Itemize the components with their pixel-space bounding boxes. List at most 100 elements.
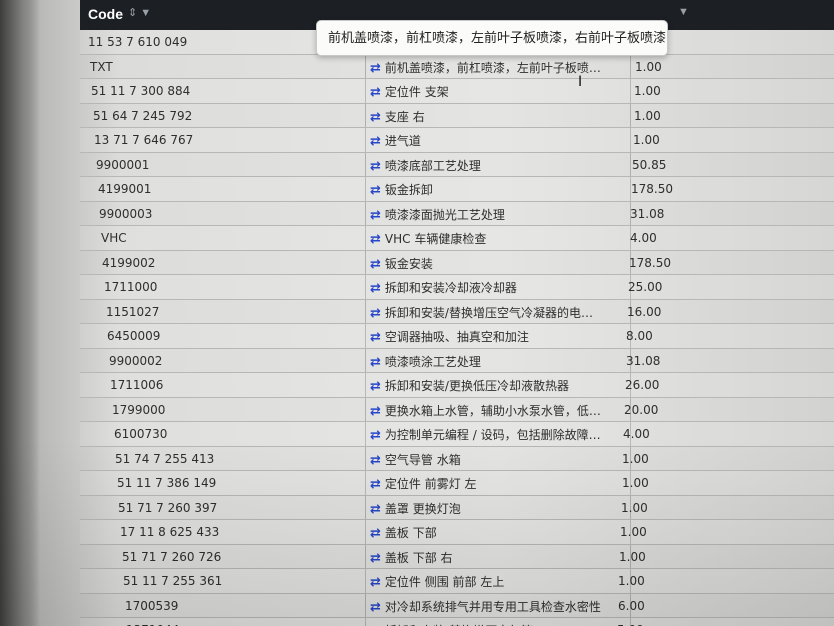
cell-description: ⇄ 空调器抽吸、抽真空和加注	[370, 328, 620, 345]
swap-icon[interactable]: ⇄	[370, 232, 381, 247]
swap-icon[interactable]: ⇄	[370, 502, 381, 517]
cell-quantity: 31.08	[626, 353, 661, 368]
description-text: 钣金拆卸	[384, 183, 433, 197]
swap-icon[interactable]: ⇄	[370, 257, 381, 272]
cell-description: ⇄ 空气导管 水箱	[370, 451, 620, 468]
cell-quantity: 178.50	[631, 182, 673, 196]
table-row[interactable]: 1700539 ⇄ 对冷却系统排气并用专用工具检查水密性 6.00	[80, 594, 834, 618]
cell-description: ⇄ 盖罩 更换灯泡	[370, 500, 620, 517]
swap-icon[interactable]: ⇄	[370, 85, 381, 100]
table-row[interactable]: 1371044⇄拆卸和安装/替换增压空气管5.00	[80, 618, 834, 626]
cell-description: ⇄ 盖板 下部	[370, 524, 620, 541]
cell-code: 4199002	[102, 255, 156, 270]
description-tooltip: 前机盖喷漆，前杠喷漆，左前叶子板喷漆，右前叶子板喷漆	[316, 20, 668, 56]
cell-code: 9900003	[99, 206, 153, 221]
swap-icon[interactable]: ⇄	[370, 183, 381, 198]
swap-icon[interactable]: ⇄	[370, 306, 381, 321]
swap-icon[interactable]: ⇄	[370, 575, 381, 590]
table-row[interactable]: 9900002 ⇄ 喷漆喷涂工艺处理 31.08	[80, 349, 834, 373]
monitor-bezel	[0, 0, 40, 626]
cell-code: 4199001	[98, 182, 152, 196]
table-row[interactable]: 13 71 7 646 767 ⇄ 进气道 1.00	[80, 128, 834, 153]
swap-icon[interactable]: ⇄	[370, 526, 381, 541]
cell-description: ⇄ VHC 车辆健康检查	[370, 230, 620, 247]
cell-code: 13 71 7 646 767	[94, 133, 194, 147]
items-table: 11 53 7 610 049 TXT ⇄ 前机盖喷漆，前杠喷漆，左前叶子板喷… 1.0…	[80, 30, 834, 626]
swap-icon[interactable]: ⇄	[370, 208, 381, 223]
table-row[interactable]: 4199001 ⇄ 钣金拆卸 178.50	[80, 177, 834, 202]
table-row[interactable]: 51 11 7 255 361 ⇄ 定位件 侧围 前部 左上 1.00	[80, 569, 834, 594]
swap-icon[interactable]: ⇄	[370, 477, 381, 492]
table-row[interactable]: 6450009 ⇄ 空调器抽吸、抽真空和加注 8.00	[80, 324, 834, 349]
cell-code: 1711006	[110, 378, 164, 392]
swap-icon[interactable]: ⇄	[370, 600, 381, 615]
monitor-screen: Code ⇕ ▼ ▼ 11 53 7 610 049 TXT ⇄ 前机盖喷漆，前杠喷漆…	[0, 0, 834, 626]
cell-description: ⇄ 进气道	[370, 132, 620, 149]
table-row[interactable]: 1711006 ⇄ 拆卸和安装/更换低压冷却液散热器 26.00	[80, 373, 834, 398]
cell-quantity: 1.00	[621, 500, 648, 515]
cell-quantity: 1.00	[618, 574, 645, 588]
description-text: 拆卸和安装/替换增压空气冷凝器的电…	[384, 305, 593, 320]
description-text: 钣金安装	[384, 256, 433, 271]
table-row[interactable]: 9900001 ⇄ 喷漆底部工艺处理 50.85	[80, 153, 834, 177]
table-row[interactable]: 51 64 7 245 792 ⇄ 支座 右 1.00	[80, 104, 834, 128]
table-row[interactable]: 1799000 ⇄ 更换水箱上水管，辅助小水泵水管，低… 20.00	[80, 398, 834, 422]
description-text: 对冷却系统排气并用专用工具检查水密性	[384, 599, 601, 614]
table-row[interactable]: 1711000 ⇄ 拆卸和安装冷却液冷却器 25.00	[80, 275, 834, 300]
table-row[interactable]: 51 11 7 386 149 ⇄ 定位件 前雾灯 左 1.00	[80, 471, 834, 496]
cell-quantity: 1.00	[633, 133, 660, 147]
table-row[interactable]: 9900003 ⇄ 喷漆漆面抛光工艺处理 31.08	[80, 202, 834, 226]
swap-icon[interactable]: ⇄	[370, 159, 381, 174]
table-row[interactable]: 51 71 7 260 397 ⇄ 盖罩 更换灯泡 1.00	[80, 496, 834, 520]
description-text: 盖板 下部 右	[384, 550, 453, 565]
cell-quantity: 1.00	[622, 476, 649, 490]
swap-icon[interactable]: ⇄	[370, 281, 381, 296]
cell-quantity: 1.00	[634, 108, 661, 123]
swap-icon[interactable]: ⇄	[370, 428, 381, 443]
cell-quantity: 4.00	[630, 231, 657, 245]
swap-icon[interactable]: ⇄	[370, 404, 381, 419]
cell-description: ⇄ 定位件 侧围 前部 左上	[370, 573, 620, 590]
swap-icon[interactable]: ⇄	[370, 134, 381, 149]
cell-description: ⇄ 喷漆喷涂工艺处理	[370, 353, 620, 370]
description-text: 支座 右	[384, 109, 425, 124]
swap-icon[interactable]: ⇄	[370, 355, 381, 370]
cell-description: ⇄ 更换水箱上水管，辅助小水泵水管，低…	[370, 402, 620, 419]
table-row[interactable]: 51 71 7 260 726 ⇄ 盖板 下部 右 1.00	[80, 545, 834, 569]
description-text: 为控制单元编程 / 设码，包括删除故障…	[384, 428, 601, 442]
cell-quantity: 20.00	[624, 402, 659, 417]
cell-code: 1700539	[125, 598, 179, 613]
table-row[interactable]: VHC ⇄ VHC 车辆健康检查 4.00	[80, 226, 834, 251]
sort-filter-icon[interactable]: ⇕ ▼	[128, 6, 151, 19]
cell-description: ⇄ 支座 右	[370, 108, 620, 125]
cell-description: ⇄ 拆卸和安装/替换增压空气冷凝器的电…	[370, 304, 620, 321]
table-row[interactable]: 1151027 ⇄ 拆卸和安装/替换增压空气冷凝器的电… 16.00	[80, 300, 834, 324]
description-text: 前机盖喷漆，前杠喷漆，左前叶子板喷…	[384, 60, 601, 75]
column-header-code[interactable]: Code	[88, 6, 123, 22]
table-row[interactable]: 6100730 ⇄ 为控制单元编程 / 设码，包括删除故障… 4.00	[80, 422, 834, 447]
table-row[interactable]: 51 11 7 300 884 ⇄ 定位件 支架 1.00	[80, 79, 834, 104]
swap-icon[interactable]: ⇄	[370, 379, 381, 394]
description-text: 盖罩 更换灯泡	[384, 501, 461, 516]
swap-icon[interactable]: ⇄	[370, 61, 381, 76]
swap-icon[interactable]: ⇄	[370, 110, 381, 125]
filter-icon[interactable]: ▼	[678, 6, 689, 18]
cell-quantity: 1.00	[620, 525, 647, 539]
cell-code: 11 53 7 610 049	[88, 35, 188, 49]
table-row[interactable]: 51 74 7 255 413 ⇄ 空气导管 水箱 1.00	[80, 447, 834, 471]
swap-icon[interactable]: ⇄	[370, 551, 381, 566]
cell-quantity: 31.08	[630, 206, 665, 221]
description-text: VHC 车辆健康检查	[384, 232, 487, 246]
swap-icon[interactable]: ⇄	[370, 330, 381, 345]
table-row[interactable]: TXT ⇄ 前机盖喷漆，前杠喷漆，左前叶子板喷… 1.00	[80, 55, 834, 79]
table-row[interactable]: 4199002 ⇄ 钣金安装 178.50	[80, 251, 834, 275]
description-text: 拆卸和安装/更换低压冷却液散热器	[384, 379, 569, 393]
cell-quantity: 1.00	[634, 84, 661, 98]
description-text: 更换水箱上水管，辅助小水泵水管，低…	[384, 403, 601, 418]
table-row[interactable]: 17 11 8 625 433 ⇄ 盖板 下部 1.00	[80, 520, 834, 545]
description-text: 空气导管 水箱	[384, 452, 461, 467]
cell-description: ⇄ 前机盖喷漆，前杠喷漆，左前叶子板喷…	[370, 59, 620, 76]
description-text: 喷漆底部工艺处理	[384, 158, 481, 173]
swap-icon[interactable]: ⇄	[370, 453, 381, 468]
text-cursor-icon: I	[578, 74, 583, 90]
